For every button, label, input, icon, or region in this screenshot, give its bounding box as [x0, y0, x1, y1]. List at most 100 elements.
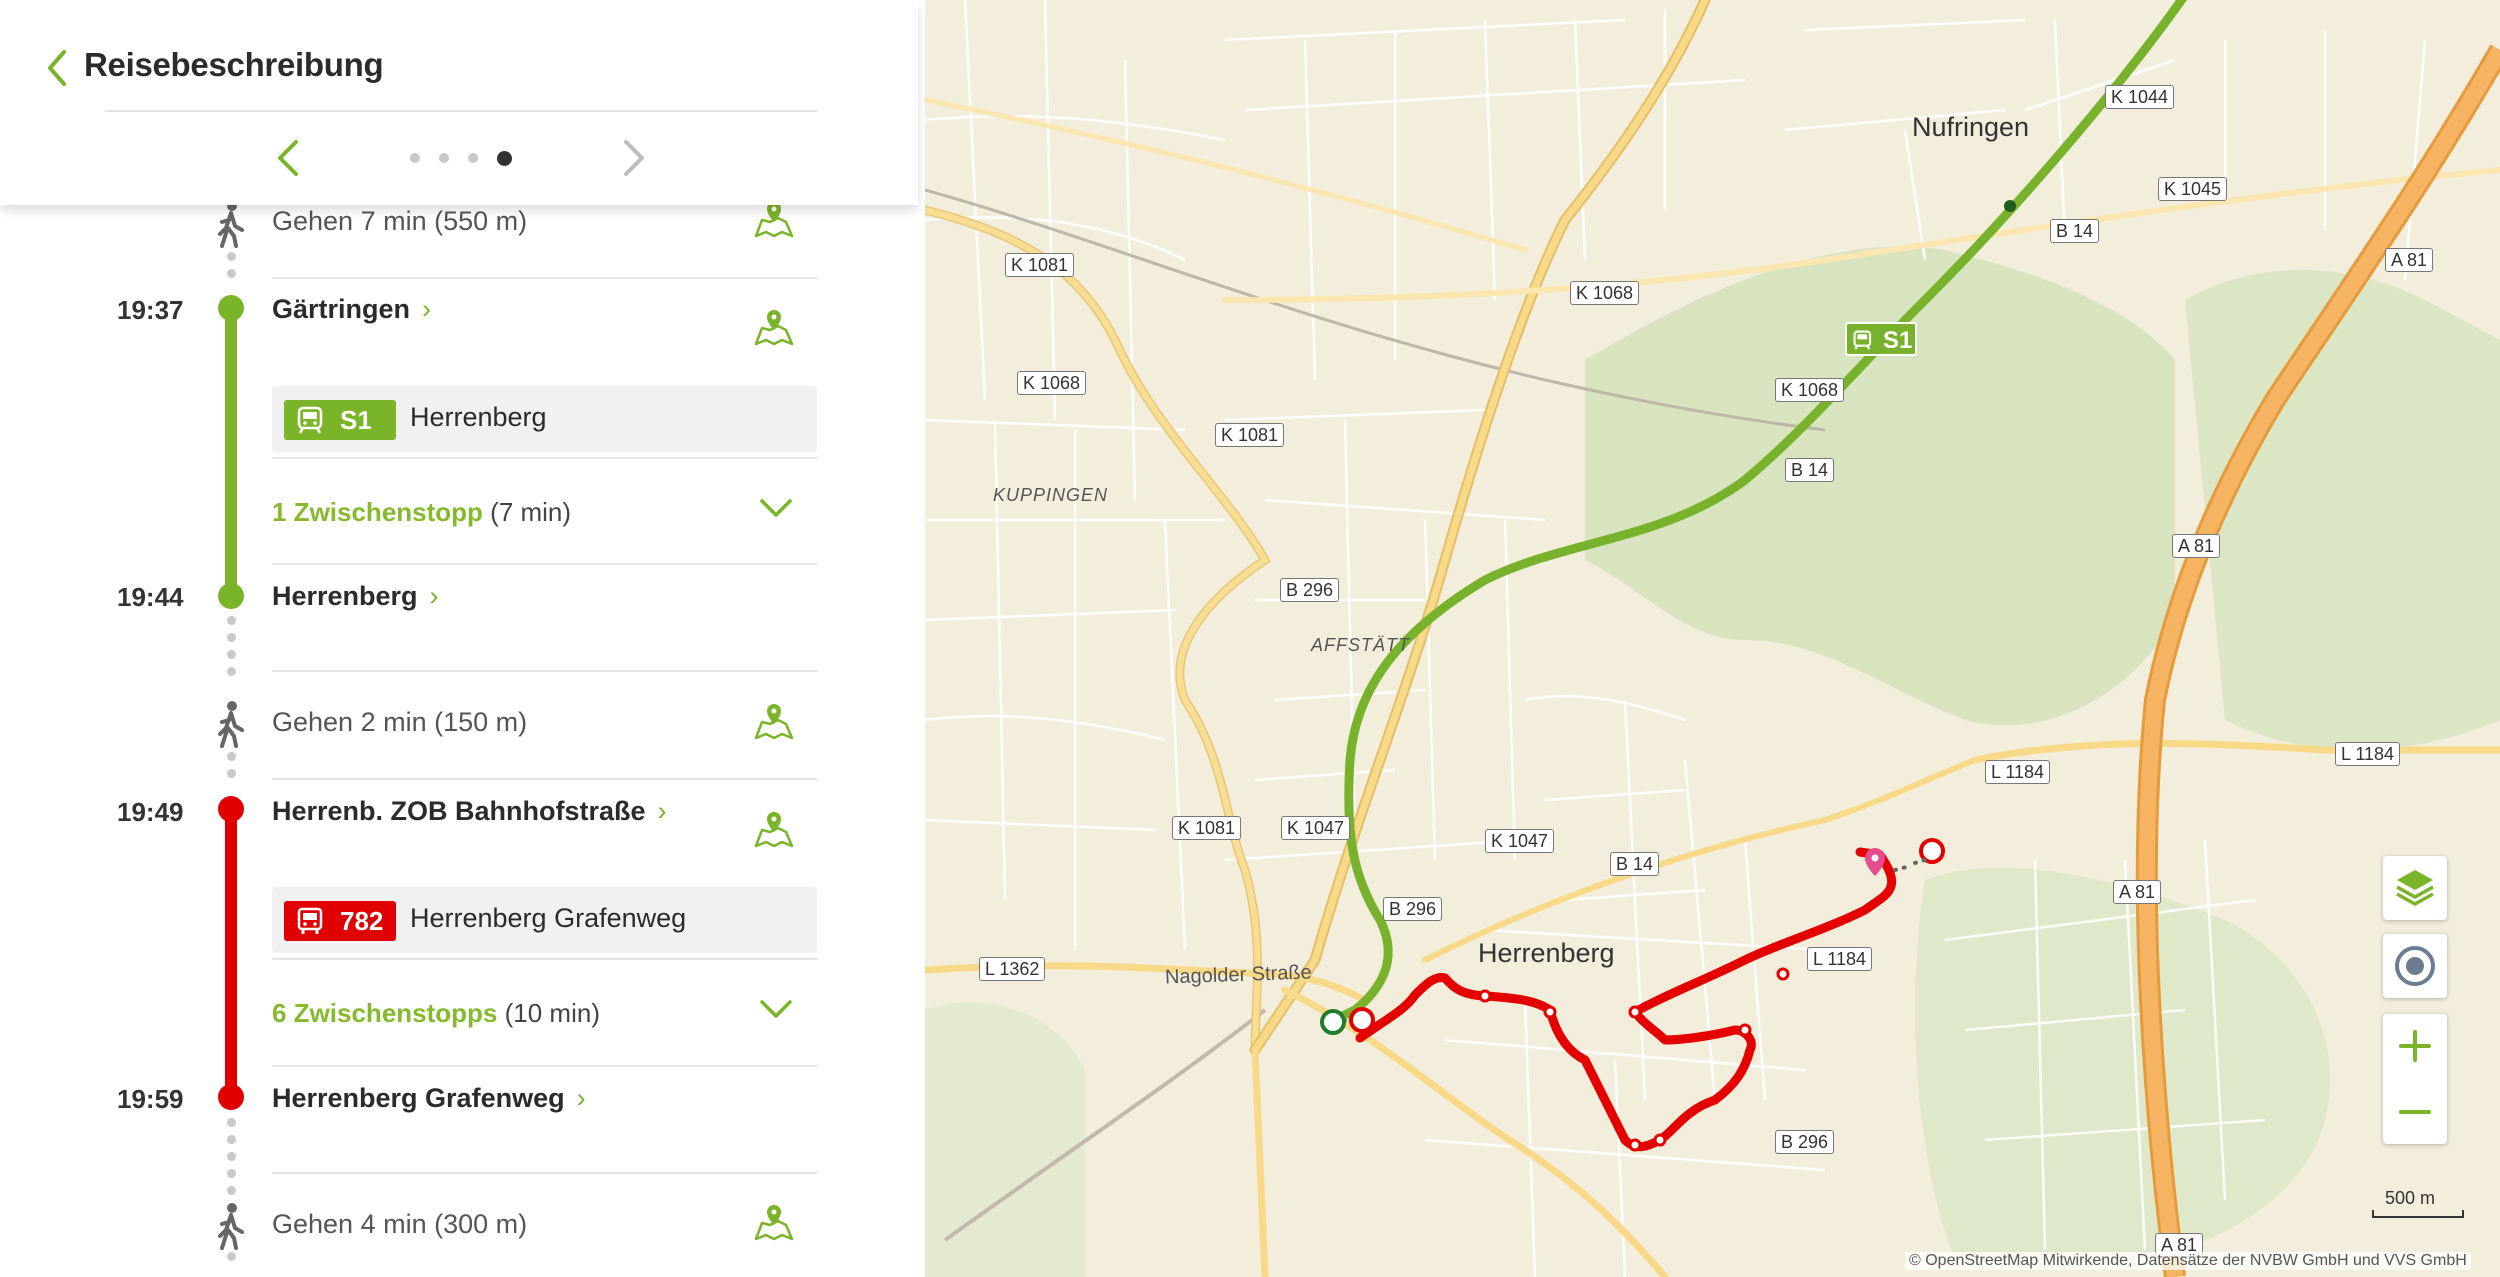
- stop-link-herrenberg[interactable]: Herrenberg ›: [272, 581, 439, 612]
- road-label: B 14: [1785, 458, 1835, 482]
- zoom-in-button[interactable]: [2383, 1014, 2447, 1078]
- previous-route-arrow-icon[interactable]: [272, 136, 302, 180]
- row-divider: [272, 563, 817, 565]
- location-target-icon: [2395, 946, 2435, 986]
- arrival-time: 19:59: [117, 1084, 184, 1114]
- stop-link-herrenb-zob[interactable]: Herrenb. ZOB Bahnhofstraße ›: [272, 796, 667, 827]
- bus-route-line: [225, 808, 237, 1098]
- stop-name: Herrenberg: [272, 581, 418, 611]
- zoom-controls: [2383, 1014, 2447, 1144]
- map-scale-bar: [2372, 1210, 2464, 1218]
- zoom-out-button[interactable]: [2383, 1080, 2447, 1144]
- s1-stop-nufringen: [2004, 200, 2016, 212]
- walk-2-text: Gehen 2 min (150 m): [272, 707, 528, 737]
- stops-count: 6 Zwischenstopps: [272, 998, 498, 1028]
- forest-area: [1915, 867, 2331, 1260]
- forest-area: [2185, 270, 2500, 750]
- road-label: K 1068: [1017, 371, 1087, 395]
- train-icon: [297, 406, 323, 434]
- route-pager-dots: [410, 150, 512, 166]
- route-start-marker[interactable]: [1320, 1009, 1346, 1035]
- bus-boarding-marker[interactable]: [1349, 1007, 1375, 1033]
- road-label: B 296: [1280, 578, 1340, 602]
- road-label: L 1184: [2335, 742, 2401, 766]
- map-canvas[interactable]: [925, 0, 2500, 1277]
- layers-icon: [2396, 870, 2434, 907]
- road-label: K 1068: [1570, 281, 1640, 305]
- row-divider: [272, 1172, 817, 1174]
- walking-person-icon: [218, 201, 244, 248]
- intermediate-stops-toggle[interactable]: 1 Zwischenstopp (7 min): [272, 497, 571, 528]
- row-divider: [272, 670, 817, 672]
- road-label: K 1047: [1485, 829, 1555, 853]
- forest-area: [1585, 246, 2175, 726]
- walk-to-destination: [1893, 858, 1927, 872]
- show-on-map-icon[interactable]: [752, 1203, 796, 1243]
- place-label: Herrenberg: [1478, 938, 1615, 968]
- next-route-arrow-icon[interactable]: [620, 136, 650, 180]
- line-direction: Herrenberg Grafenweg: [410, 903, 687, 933]
- line-info-s1[interactable]: S1 Herrenberg: [272, 386, 817, 452]
- pager-dot[interactable]: [439, 153, 449, 163]
- stop-link-herrenberg-grafenweg[interactable]: Herrenberg Grafenweg ›: [272, 1083, 586, 1114]
- back-arrow-icon[interactable]: [42, 46, 70, 90]
- header-divider: [105, 110, 817, 112]
- show-on-map-icon[interactable]: [752, 810, 796, 850]
- line-number: 782: [340, 906, 384, 936]
- place-label: AFFSTÄTT: [1311, 635, 1410, 655]
- stop-name: Gärtringen: [272, 294, 411, 324]
- pager-dot[interactable]: [410, 153, 420, 163]
- row-divider: [272, 457, 817, 459]
- pager-dot[interactable]: [468, 153, 478, 163]
- road-label: L 1362: [979, 957, 1046, 981]
- layers-button[interactable]: [2383, 856, 2447, 920]
- line-direction: Herrenberg: [410, 402, 547, 432]
- road-label: B 14: [2050, 219, 2100, 243]
- line-number: S1: [340, 405, 372, 435]
- chevron-right-icon: ›: [576, 1083, 586, 1113]
- row-divider: [272, 778, 817, 780]
- row-divider: [272, 1065, 817, 1067]
- destination-pin-icon[interactable]: [1865, 848, 1885, 876]
- stops-duration: (7 min): [490, 497, 572, 527]
- plus-icon: [2399, 1030, 2431, 1062]
- walking-person-icon: [218, 1203, 244, 1250]
- chevron-down-icon[interactable]: [758, 997, 794, 1021]
- arrival-time: 19:44: [117, 582, 184, 612]
- stops-duration: (10 min): [504, 998, 600, 1028]
- row-divider: [272, 958, 817, 960]
- road-label: L 1184: [1985, 760, 2051, 784]
- s1-route-line: [225, 305, 237, 597]
- walk-dotted-line: [226, 616, 236, 682]
- departure-time: 19:37: [117, 295, 184, 325]
- train-icon: [1853, 330, 1872, 350]
- walk-dotted-line: [226, 1252, 236, 1277]
- s1-map-marker[interactable]: S1: [1845, 322, 1917, 356]
- road-label: K 1047: [1281, 816, 1351, 840]
- departure-time: 19:49: [117, 797, 184, 827]
- chevron-down-icon[interactable]: [758, 496, 794, 520]
- row-divider: [272, 277, 817, 279]
- pager-dot-active[interactable]: [497, 150, 512, 166]
- line-info-782[interactable]: 782 Herrenberg Grafenweg: [272, 887, 817, 953]
- s1-departure-node: [218, 295, 244, 321]
- route-map[interactable]: K 1044 K 1045 K 1081 K 1068 K 1068 K 106…: [925, 0, 2500, 1277]
- map-scale-label: 500 m: [2385, 1188, 2436, 1208]
- bus-icon: [297, 907, 323, 934]
- walking-person-icon: [218, 701, 244, 748]
- intermediate-stops-toggle[interactable]: 6 Zwischenstopps (10 min): [272, 998, 600, 1029]
- road-label: B 14: [1610, 852, 1660, 876]
- line-badge-782: 782: [284, 901, 396, 941]
- road-label: A 81: [2113, 880, 2162, 904]
- bus-arrival-node: [218, 1084, 244, 1110]
- road-label: K 1081: [1215, 423, 1285, 447]
- locate-me-button[interactable]: [2383, 934, 2447, 998]
- road-label: A 81: [2385, 248, 2434, 272]
- show-on-map-icon[interactable]: [752, 200, 796, 240]
- show-on-map-icon[interactable]: [752, 702, 796, 742]
- stop-link-gaertringen[interactable]: Gärtringen ›: [272, 294, 431, 325]
- stop-name: Herrenberg Grafenweg: [272, 1083, 565, 1113]
- show-on-map-icon[interactable]: [752, 308, 796, 348]
- road-label: K 1081: [1005, 253, 1075, 277]
- place-label: Nufringen: [1912, 112, 2030, 142]
